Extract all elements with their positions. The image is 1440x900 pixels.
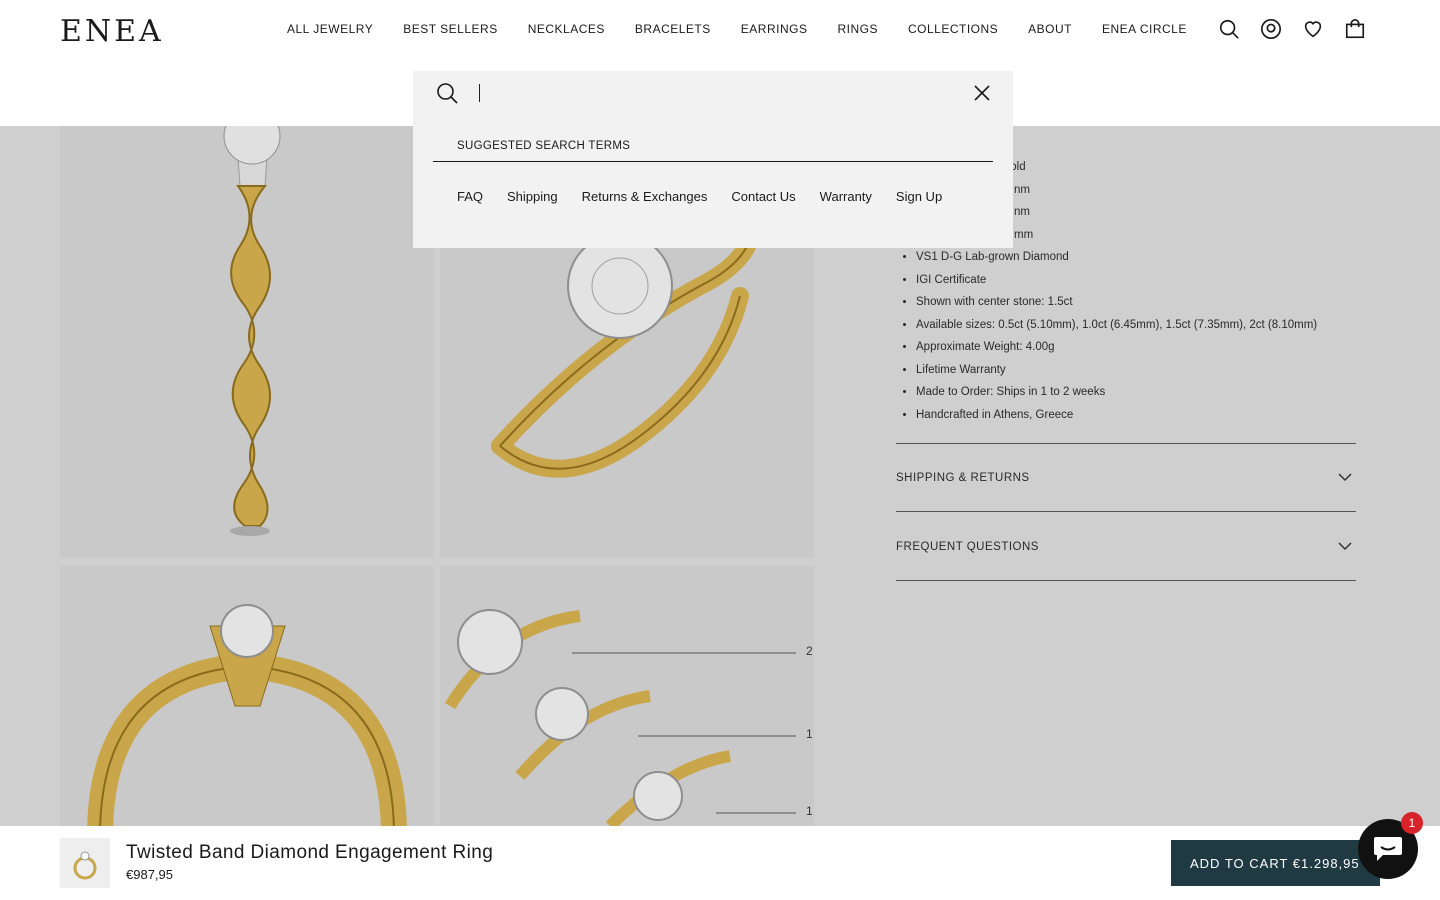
detail-item: Made to Order: Ships in 1 to 2 weeks: [916, 381, 1356, 404]
search-panel: SUGGESTED SEARCH TERMS FAQ Shipping Return…: [413, 71, 1013, 248]
chat-bubble-icon: [1374, 837, 1402, 861]
chevron-down-icon: [1338, 542, 1352, 551]
suggestion-warranty[interactable]: Warranty: [820, 185, 872, 208]
nav-bracelets[interactable]: BRACELETS: [635, 22, 711, 36]
product-image-side-view[interactable]: [60, 126, 434, 558]
search-icon[interactable]: [1218, 18, 1240, 40]
text-caret: [479, 84, 480, 102]
size-label-1a: 1: [806, 727, 813, 741]
detail-item: Handcrafted in Athens, Greece: [916, 404, 1356, 427]
search-input[interactable]: [479, 81, 959, 105]
detail-item: Lifetime Warranty: [916, 359, 1356, 382]
detail-item: nm: [1014, 206, 1030, 218]
cart-bag-icon[interactable]: [1344, 18, 1366, 40]
nav-about[interactable]: ABOUT: [1028, 22, 1072, 36]
detail-item: Approximate Weight: 4.00g: [916, 336, 1356, 359]
detail-item: ite Gold: [986, 161, 1026, 173]
chevron-down-icon: [1338, 473, 1352, 482]
nav-earrings[interactable]: EARRINGS: [741, 22, 808, 36]
suggested-terms-heading: SUGGESTED SEARCH TERMS: [457, 140, 631, 152]
suggestion-sign-up[interactable]: Sign Up: [896, 185, 942, 208]
product-image-size-chart[interactable]: [440, 566, 814, 826]
product-image-front-view[interactable]: [60, 566, 434, 826]
account-icon[interactable]: [1260, 18, 1282, 40]
detail-item: mm: [1014, 228, 1034, 241]
accordion-label: FREQUENT QUESTIONS: [896, 541, 1039, 553]
detail-item: nm: [1014, 183, 1030, 196]
product-thumbnail: [60, 838, 110, 888]
brand-logo[interactable]: ENEA: [60, 14, 164, 49]
size-label-1b: 1: [806, 804, 813, 818]
wishlist-heart-icon[interactable]: [1302, 18, 1324, 40]
divider: [433, 161, 993, 162]
search-icon: [437, 83, 458, 104]
suggestion-returns-exchanges[interactable]: Returns & Exchanges: [582, 185, 708, 208]
detail-item: VS1 D-G Lab-grown Diamond: [916, 246, 1356, 269]
sticky-add-to-cart-bar: Twisted Band Diamond Engagement Ring €98…: [0, 826, 1440, 900]
nav-rings[interactable]: RINGS: [837, 22, 878, 36]
suggestion-contact-us[interactable]: Contact Us: [731, 185, 795, 208]
size-label-2: 2: [806, 644, 813, 658]
main-nav: ALL JEWELRY BEST SELLERS NECKLACES BRACE…: [287, 22, 1217, 36]
header-icons: [1218, 18, 1366, 40]
accordion-shipping-returns[interactable]: SHIPPING & RETURNS: [896, 444, 1356, 512]
ring-sizes-illustration: [440, 566, 814, 826]
accordion-frequent-questions[interactable]: FREQUENT QUESTIONS: [896, 513, 1356, 581]
suggestion-shipping[interactable]: Shipping: [507, 185, 558, 208]
nav-best-sellers[interactable]: BEST SELLERS: [403, 22, 498, 36]
ring-front-illustration: [60, 566, 434, 826]
chat-notification-badge: 1: [1401, 812, 1423, 834]
nav-all-jewelry[interactable]: ALL JEWELRY: [287, 22, 373, 36]
product-title: Twisted Band Diamond Engagement Ring: [126, 842, 494, 863]
detail-item: IGI Certificate: [916, 269, 1356, 292]
suggestion-faq[interactable]: FAQ: [457, 185, 483, 208]
accordion-label: SHIPPING & RETURNS: [896, 472, 1030, 484]
nav-necklaces[interactable]: NECKLACES: [528, 22, 605, 36]
nav-collections[interactable]: COLLECTIONS: [908, 22, 998, 36]
detail-item: Available sizes: 0.5ct (5.10mm), 1.0ct (…: [916, 314, 1356, 337]
close-icon[interactable]: [972, 83, 992, 103]
ring-side-illustration: [60, 126, 434, 558]
product-price: €987,95: [126, 867, 173, 882]
add-to-cart-button[interactable]: ADD TO CART €1.298,95: [1171, 840, 1380, 886]
nav-enea-circle[interactable]: ENEA CIRCLE: [1102, 22, 1187, 36]
detail-item: Shown with center stone: 1.5ct: [916, 291, 1356, 314]
suggested-terms-list: FAQ Shipping Returns & Exchanges Contact Us…: [457, 185, 977, 208]
